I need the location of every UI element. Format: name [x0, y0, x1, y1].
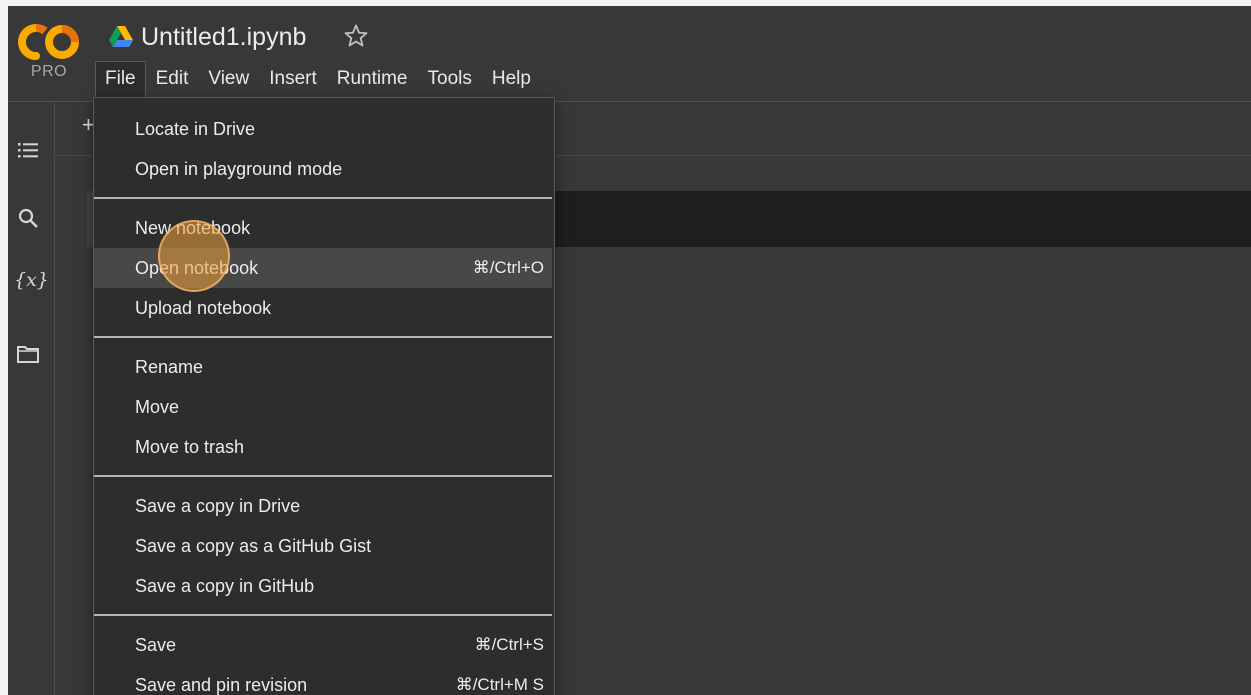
- menu-item-label: Locate in Drive: [135, 119, 256, 139]
- menu-item-save-copy-in-github[interactable]: Save a copy in GitHub: [94, 566, 552, 606]
- menu-item-move[interactable]: Move: [94, 387, 552, 427]
- menu-item-open-in-playground-mode[interactable]: Open in playground mode: [94, 149, 552, 189]
- menu-item-label: Save and pin revision: [135, 675, 308, 695]
- menu-item-label: Save: [135, 635, 177, 655]
- menu-item-open-notebook[interactable]: Open notebook ⌘/Ctrl+O: [94, 248, 552, 288]
- menu-item-move-to-trash[interactable]: Move to trash: [94, 427, 552, 467]
- menu-help[interactable]: Help: [482, 61, 541, 97]
- pro-badge: PRO: [30, 63, 68, 80]
- variables-icon[interactable]: {x}: [14, 269, 49, 291]
- left-rail: {x}: [8, 102, 55, 695]
- menu-insert[interactable]: Insert: [259, 61, 327, 97]
- files-folder-icon[interactable]: [16, 342, 40, 366]
- menu-item-label: Save a copy as a GitHub Gist: [135, 536, 372, 556]
- menu-item-upload-notebook[interactable]: Upload notebook: [94, 288, 552, 328]
- menu-item-label: New notebook: [135, 218, 251, 238]
- menu-file[interactable]: File: [95, 61, 146, 97]
- menu-item-label: Save a copy in Drive: [135, 496, 301, 516]
- menu-item-label: Upload notebook: [135, 298, 272, 318]
- menu-item-label: Move: [135, 397, 180, 417]
- menu-item-new-notebook[interactable]: New notebook: [94, 208, 552, 248]
- menu-item-save-copy-in-drive[interactable]: Save a copy in Drive: [94, 486, 552, 526]
- colab-logo[interactable]: [18, 22, 80, 62]
- menu-divider: [94, 614, 552, 616]
- menu-item-shortcut: ⌘/Ctrl+S: [474, 635, 544, 654]
- menu-item-save[interactable]: Save ⌘/Ctrl+S: [94, 625, 552, 665]
- menu-item-shortcut: ⌘/Ctrl+M S: [455, 675, 544, 694]
- star-icon[interactable]: [342, 22, 370, 50]
- menu-item-label: Open notebook: [135, 258, 259, 278]
- menu-bar: File Edit View Insert Runtime Tools Help: [95, 61, 541, 97]
- menu-item-rename[interactable]: Rename: [94, 347, 552, 387]
- search-icon[interactable]: [16, 206, 40, 230]
- notebook-title[interactable]: Untitled1.ipynb: [141, 20, 306, 54]
- menu-item-label: Open in playground mode: [135, 159, 343, 179]
- google-drive-icon[interactable]: [109, 26, 133, 47]
- menu-item-shortcut: ⌘/Ctrl+O: [472, 258, 544, 277]
- menu-divider: [94, 475, 552, 477]
- table-of-contents-icon[interactable]: [16, 138, 40, 162]
- menu-runtime[interactable]: Runtime: [327, 61, 418, 97]
- menu-view[interactable]: View: [198, 61, 259, 97]
- menu-item-save-and-pin-revision[interactable]: Save and pin revision ⌘/Ctrl+M S: [94, 665, 552, 695]
- menu-item-label: Rename: [135, 357, 204, 377]
- menu-item-label: Move to trash: [135, 437, 245, 457]
- menu-divider: [94, 197, 552, 199]
- header: PRO Untitled1.ipynb File Edit View Inser…: [8, 6, 1251, 102]
- menu-item-label: Save a copy in GitHub: [135, 576, 315, 596]
- file-menu-dropdown: Locate in Drive Open in playground mode …: [93, 97, 555, 695]
- menu-tools[interactable]: Tools: [418, 61, 482, 97]
- menu-divider: [94, 336, 552, 338]
- menu-edit[interactable]: Edit: [146, 61, 199, 97]
- colab-app: PRO Untitled1.ipynb File Edit View Inser…: [8, 6, 1251, 695]
- menu-item-save-copy-github-gist[interactable]: Save a copy as a GitHub Gist: [94, 526, 552, 566]
- menu-item-locate-in-drive[interactable]: Locate in Drive: [94, 109, 552, 149]
